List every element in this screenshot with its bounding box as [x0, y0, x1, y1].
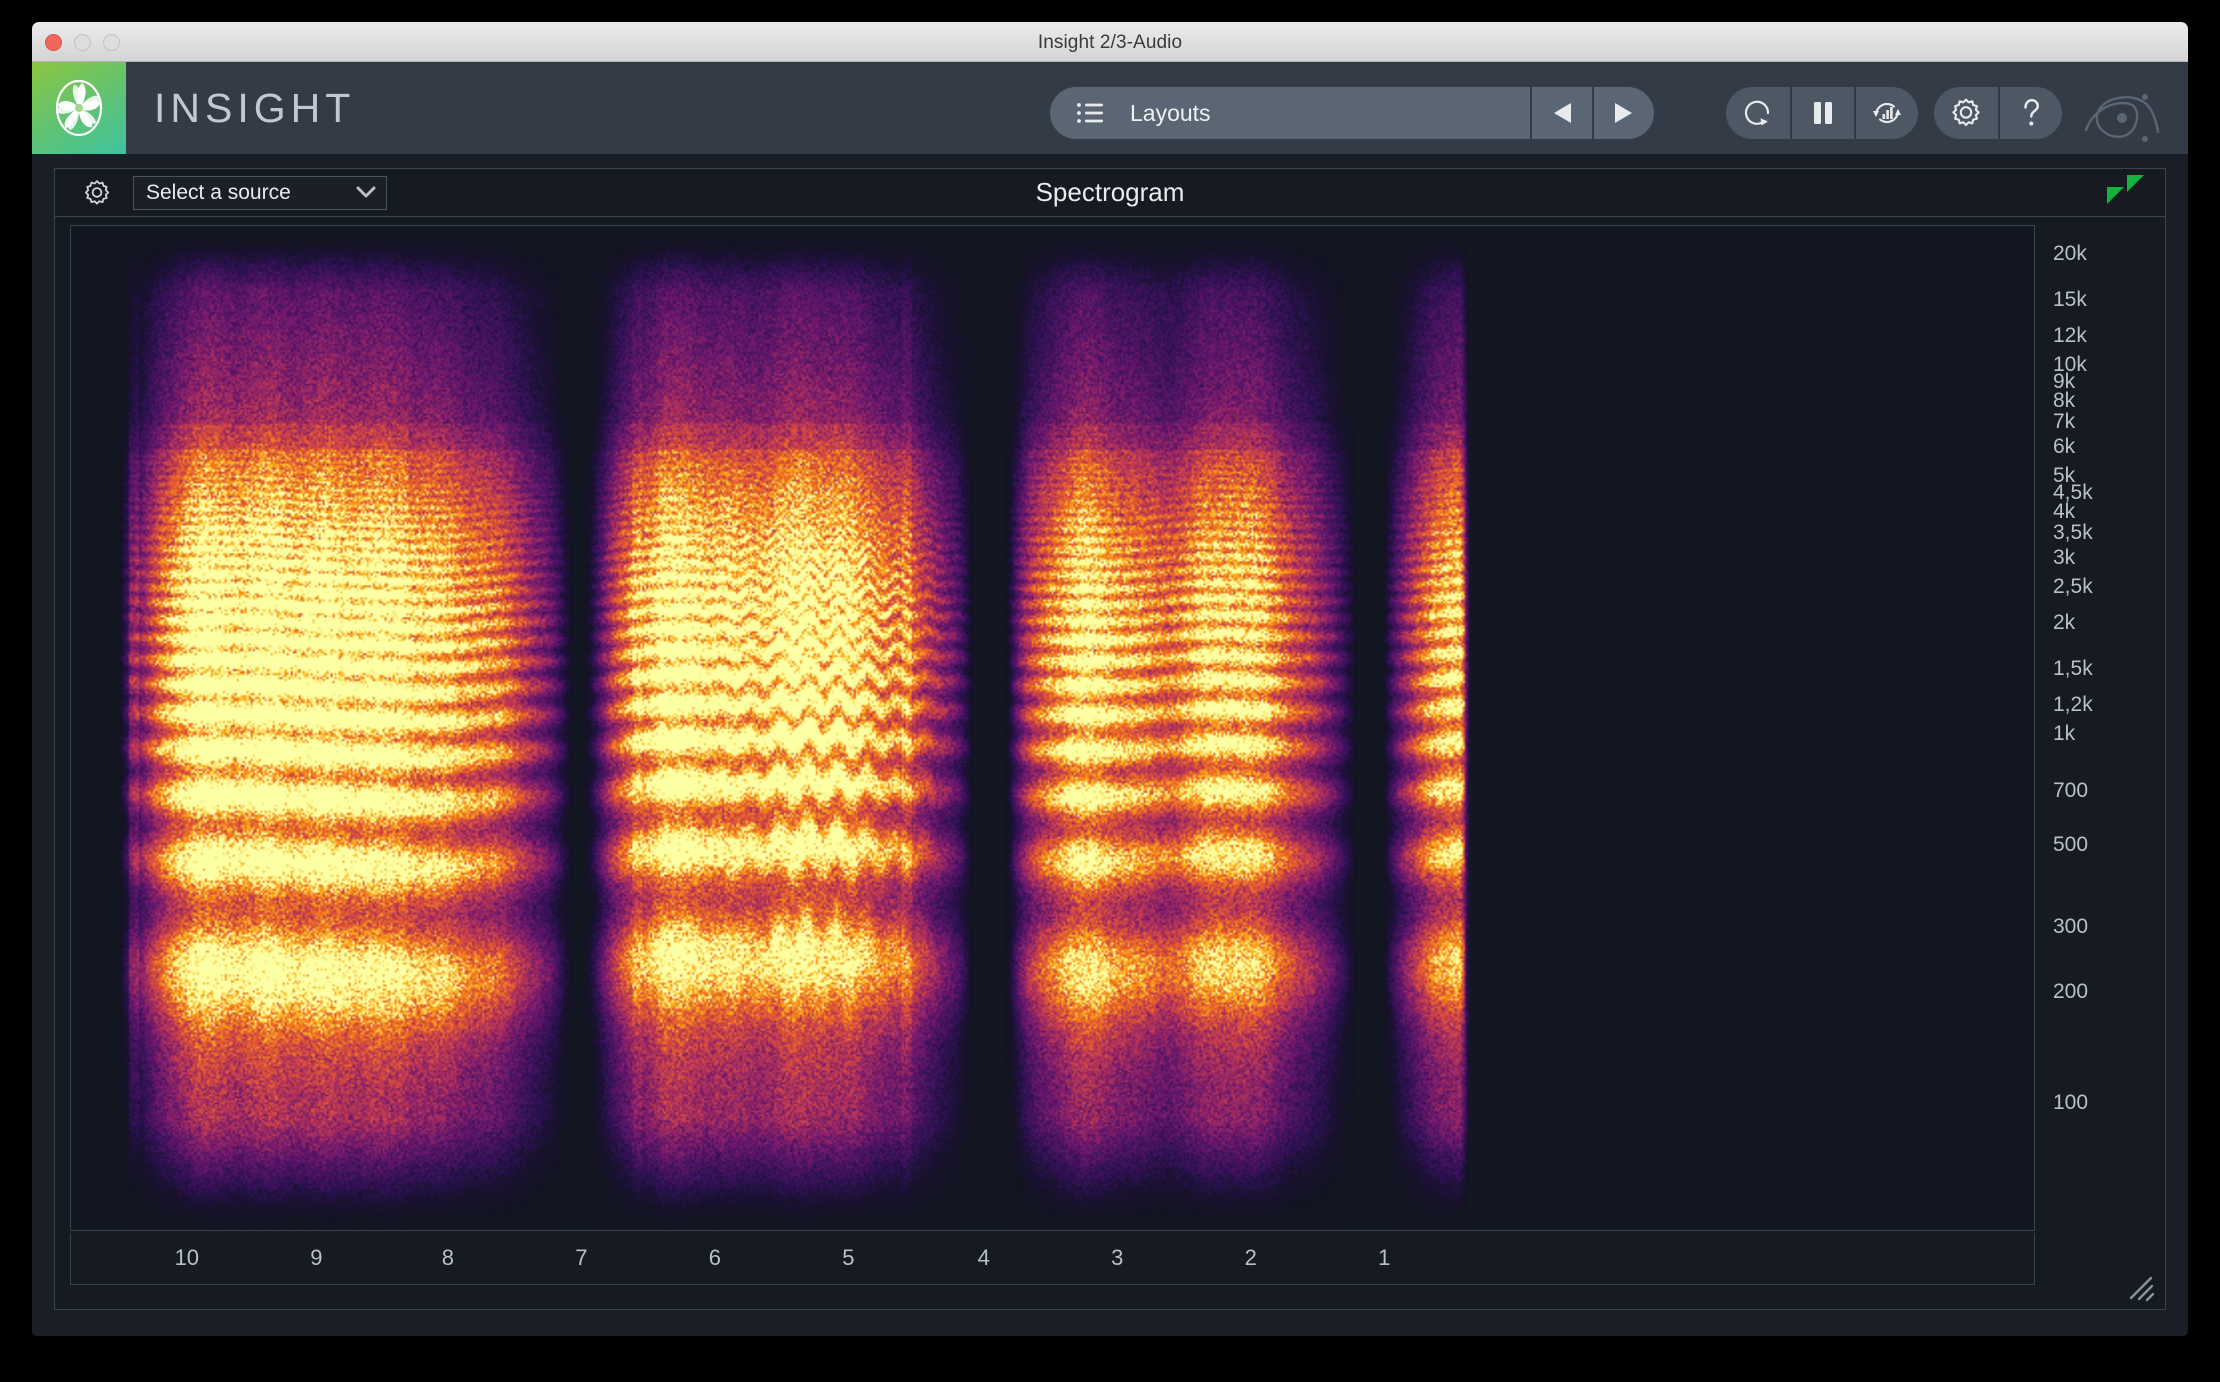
time-tick-label: 9 — [310, 1245, 323, 1270]
pause-icon — [1810, 98, 1836, 128]
frequency-tick-label: 2k — [2053, 611, 2076, 635]
time-tick-label: 2 — [1244, 1245, 1257, 1270]
frequency-tick-label: 100 — [2053, 1091, 2089, 1115]
frequency-tick-label: 1,2k — [2053, 692, 2093, 716]
frequency-tick-label: 700 — [2053, 779, 2089, 803]
spectrogram-heatmap — [71, 226, 2034, 1230]
auto-scale-button[interactable] — [1854, 87, 1918, 139]
layout-next-button[interactable] — [1592, 87, 1654, 139]
frequency-tick-label: 3,5k — [2053, 521, 2093, 545]
question-mark-icon — [2018, 96, 2044, 130]
list-icon — [1076, 102, 1104, 124]
triangle-left-icon — [1552, 101, 1572, 125]
help-button[interactable] — [1998, 87, 2062, 139]
spectrogram-plot-area[interactable] — [70, 225, 2035, 1231]
time-axis: 10 9 8 7 6 5 4 3 2 1 — [70, 1233, 2035, 1285]
circular-arrow-reset-icon — [1741, 96, 1775, 130]
settings-button[interactable] — [1934, 87, 1998, 139]
app-brand-title: INSIGHT — [154, 84, 356, 131]
spectrogram-panel: Select a source Spectrogram 20k 15k 12k … — [54, 168, 2166, 1310]
frequency-tick-label: 7k — [2053, 410, 2076, 434]
time-tick-label: 1 — [1378, 1245, 1391, 1270]
frequency-tick-label: 500 — [2053, 833, 2089, 857]
frequency-tick-label: 4k — [2053, 500, 2076, 524]
app-toolbar: INSIGHT Layouts — [32, 62, 2188, 154]
window-titlebar: Insight 2/3-Audio — [32, 22, 2188, 62]
utility-group — [1934, 87, 2062, 139]
layouts-menu-button[interactable]: Layouts — [1050, 87, 1530, 139]
frequency-tick-label: 1,5k — [2053, 657, 2093, 681]
time-tick-label: 8 — [441, 1245, 455, 1270]
frequency-tick-label: 20k — [2053, 242, 2087, 266]
triangle-right-icon — [1614, 101, 1634, 125]
frequency-tick-label: 200 — [2053, 980, 2089, 1004]
pause-button[interactable] — [1790, 87, 1854, 139]
green-double-triangle-icon[interactable] — [2103, 173, 2147, 207]
reset-button[interactable] — [1726, 87, 1790, 139]
frequency-tick-label: 12k — [2053, 324, 2087, 348]
window-title: Insight 2/3-Audio — [1037, 32, 1183, 53]
transport-group — [1726, 87, 1918, 139]
frequency-tick-label: 1k — [2053, 722, 2076, 746]
page-title: Spectrogram — [1035, 177, 1185, 207]
frequency-tick-label: 300 — [2053, 915, 2089, 939]
frequency-tick-label: 3k — [2053, 546, 2076, 570]
izotope-spiral-logo — [32, 62, 126, 154]
frequency-tick-label: 6k — [2053, 435, 2076, 459]
frequency-axis: 20k 15k 12k 10k 9k 8k 7k 6k 5k 4,5k 4k 3,5k 3k 2,5k 2k… — [2037, 225, 2155, 1231]
frequency-tick-label: 8k — [2053, 389, 2076, 412]
panel-header: Select a source Spectrogram — [55, 169, 2165, 217]
layouts-control-group: Layouts — [1050, 87, 1654, 139]
gear-icon — [1948, 95, 1984, 131]
layout-previous-button[interactable] — [1530, 87, 1592, 139]
time-tick-label: 6 — [708, 1245, 721, 1270]
frequency-tick-label: 2,5k — [2053, 575, 2093, 599]
izotope-waveform-mark — [2080, 90, 2164, 146]
time-tick-label: 10 — [174, 1245, 200, 1270]
time-tick-label: 5 — [842, 1245, 855, 1270]
time-tick-label: 4 — [977, 1245, 990, 1270]
frequency-tick-label: 15k — [2053, 288, 2087, 312]
time-tick-label: 3 — [1111, 1245, 1124, 1270]
plot-body: 20k 15k 12k 10k 9k 8k 7k 6k 5k 4,5k 4k 3,5k 3k 2,5k 2k… — [55, 217, 2165, 1310]
time-tick-label: 7 — [575, 1245, 588, 1270]
refresh-meter-icon — [1869, 96, 1905, 130]
resize-grip-icon[interactable] — [2125, 1272, 2155, 1302]
layouts-label: Layouts — [1130, 99, 1211, 126]
toolbar-right-group — [1726, 87, 2062, 139]
app-window: Insight 2/3-Audio INSIGHT Layouts Select… — [32, 22, 2188, 1336]
